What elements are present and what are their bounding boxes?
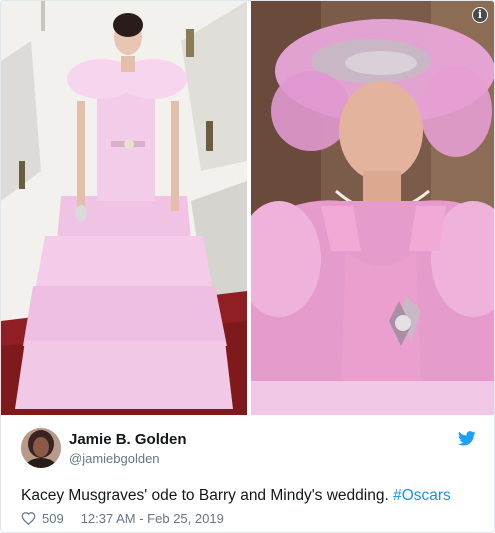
tweet-timestamp[interactable]: 12:37 AM - Feb 25, 2019 — [81, 511, 224, 526]
author-handle[interactable]: @jamiebgolden — [69, 451, 160, 466]
tweet-meta: 509 12:37 AM - Feb 25, 2019 — [21, 509, 224, 527]
avatar[interactable] — [21, 428, 61, 468]
photo-red-carpet[interactable] — [1, 1, 247, 415]
tweet-media[interactable]: i — [1, 1, 494, 415]
hashtag-link[interactable]: #Oscars — [393, 487, 451, 504]
avatar-image — [21, 428, 61, 468]
bridesmaid-photo-image — [251, 1, 494, 415]
tweet-author: Jamie B. Golden @jamiebgolden — [21, 427, 476, 471]
tweet-text: Kacey Musgraves' ode to Barry and Mindy'… — [21, 486, 481, 506]
heart-icon[interactable] — [21, 511, 36, 526]
tweet-card: i Jamie B. Golden @jamiebgolden Kacey Mu… — [0, 0, 495, 533]
twitter-bird-icon[interactable] — [458, 431, 476, 446]
photo-bridesmaid[interactable] — [251, 1, 494, 415]
info-icon[interactable]: i — [472, 7, 488, 23]
author-name[interactable]: Jamie B. Golden — [69, 431, 187, 448]
red-carpet-photo-image — [1, 1, 247, 415]
tweet-text-body: Kacey Musgraves' ode to Barry and Mindy'… — [21, 487, 394, 504]
like-count[interactable]: 509 — [42, 511, 64, 526]
